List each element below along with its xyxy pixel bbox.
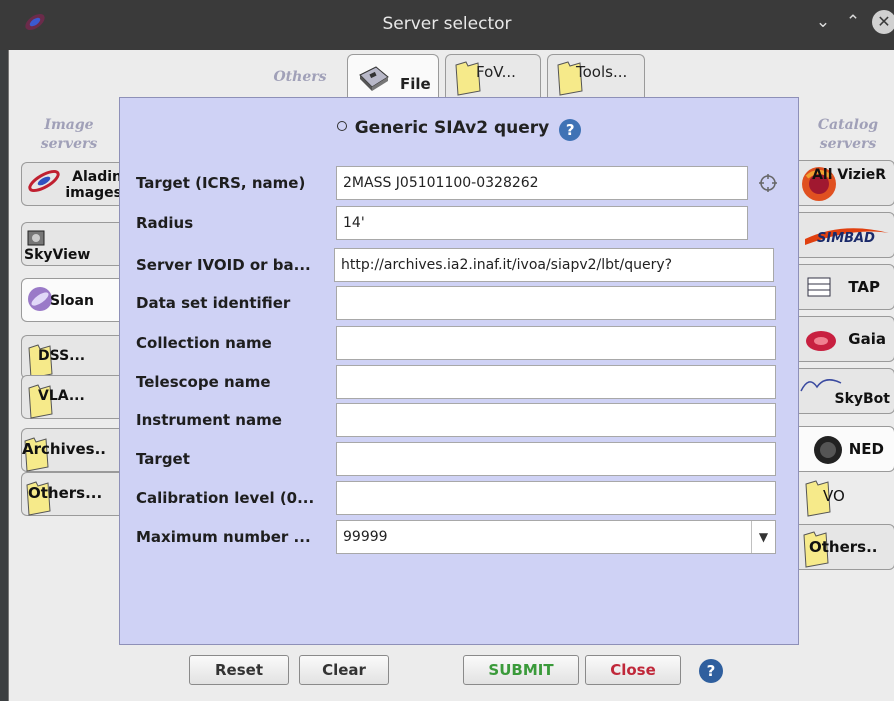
disk-icon [359, 66, 389, 91]
title-bar: Server selector ⌄ ⌃ ✕ [0, 0, 894, 50]
image-servers-label: Image servers [40, 117, 98, 152]
tab-others-left-label: Others... [28, 484, 103, 502]
tab-skyview-label: SkyView [24, 247, 91, 263]
tab-others-left[interactable]: Others... [21, 472, 123, 516]
field-instrument: Instrument name [134, 403, 784, 439]
close-window-icon[interactable]: ✕ [872, 10, 894, 34]
tab-archives-label: Archives.. [22, 440, 106, 458]
target-name-input[interactable] [336, 442, 776, 476]
tab-tools[interactable]: Tools... [547, 54, 645, 100]
tab-tap[interactable]: TAP [799, 264, 894, 310]
tab-gaia[interactable]: Gaia [799, 316, 894, 362]
vizier-label-text: All VizieR [812, 167, 886, 183]
tab-vla[interactable]: VLA... [21, 375, 123, 419]
calibration-level-input[interactable] [336, 481, 776, 515]
field-label: Collection name [136, 334, 272, 352]
minimize-icon[interactable]: ⌄ [812, 12, 834, 32]
tab-skyview[interactable]: SkyView [21, 222, 123, 266]
siav2-radio-row[interactable]: Generic SIAv2 query? [120, 118, 798, 141]
tab-ned[interactable]: NED [799, 426, 894, 472]
tab-skybot-label: SkyBot [834, 391, 890, 407]
reset-button[interactable]: Reset [189, 655, 289, 685]
max-number-select[interactable]: 99999 ▼ [336, 520, 776, 554]
tab-archives[interactable]: Archives.. [21, 428, 123, 472]
tab-file[interactable]: File [347, 54, 439, 100]
others-section-label: Others [273, 69, 327, 85]
field-label: Radius [136, 214, 194, 232]
aladin-icon [28, 169, 60, 193]
field-dataset-id: Data set identifier [134, 286, 784, 322]
tab-tools-label: Tools... [576, 63, 628, 81]
window-title: Server selector [382, 14, 512, 34]
tab-sloan-label: Sloan [50, 293, 94, 309]
field-telescope: Telescope name [134, 365, 784, 401]
tab-skybot[interactable]: SkyBot [799, 368, 894, 414]
tap-icon [807, 277, 831, 297]
tab-ned-label: NED [848, 440, 884, 458]
dropdown-arrow-icon[interactable]: ▼ [751, 521, 775, 553]
field-calibration-level: Calibration level (0... [134, 481, 784, 517]
tab-file-label: File [400, 75, 431, 93]
tab-dss[interactable]: DSS... [21, 335, 123, 379]
tab-tap-label: TAP [848, 278, 880, 296]
siav2-query-label: Generic SIAv2 query [354, 118, 550, 138]
maximize-icon[interactable]: ⌃ [842, 12, 864, 32]
instrument-input[interactable] [336, 403, 776, 437]
close-button[interactable]: Close [585, 655, 681, 685]
max-number-value: 99999 [343, 529, 388, 545]
telescope-input[interactable] [336, 365, 776, 399]
gaia-icon [806, 331, 836, 351]
tab-aladin-label: Aladin images [65, 169, 122, 201]
simbad-logo-text: SIMBAD [817, 231, 875, 246]
submit-button[interactable]: SUBMIT [463, 655, 579, 685]
tab-gaia-label: Gaia [848, 330, 886, 348]
tab-vo[interactable]: VO [799, 474, 894, 520]
tab-aladin-images[interactable]: Aladin images [21, 162, 123, 206]
crosshair-icon[interactable] [758, 173, 778, 193]
help-icon[interactable]: ? [699, 659, 723, 683]
tab-others-right[interactable]: Others.. [799, 524, 894, 570]
help-icon[interactable]: ? [559, 119, 582, 141]
server-selector-window: Others Image servers Catalog servers Fil… [8, 50, 894, 701]
simbad-logo: SIMBAD [805, 228, 889, 246]
clear-button[interactable]: Clear [299, 655, 389, 685]
field-label: Data set identifier [136, 294, 291, 312]
field-label: Server IVOID or ba... [136, 256, 311, 274]
field-target: Target [134, 442, 784, 478]
field-label: Calibration level (0... [136, 489, 315, 507]
field-label: Maximum number ... [136, 528, 311, 546]
field-radius: Radius 14' [134, 206, 784, 242]
tab-vo-label: VO [823, 487, 845, 505]
field-max-number: Maximum number ... 99999 ▼ [134, 520, 784, 556]
field-server-ivoid: Server IVOID or ba... http://archives.ia… [134, 248, 784, 284]
tab-sloan[interactable]: Sloan [21, 278, 123, 322]
collection-input[interactable] [336, 326, 776, 360]
field-label: Telescope name [136, 373, 271, 391]
tab-others-right-label: Others.. [809, 538, 878, 556]
radio-button[interactable] [336, 121, 347, 131]
tab-vizier-label: All VizieR [812, 167, 886, 183]
tab-dss-label: DSS... [38, 348, 86, 364]
tab-simbad[interactable]: SIMBAD [799, 212, 894, 258]
tab-fov-label: FoV... [476, 63, 516, 81]
tab-all-vizier[interactable]: All VizieR [799, 160, 894, 206]
field-label: Instrument name [136, 411, 282, 429]
field-label: Target [136, 450, 190, 468]
server-ivoid-input[interactable]: http://archives.ia2.inaf.it/ivoa/siapv2/… [334, 248, 774, 282]
field-target-icrs: Target (ICRS, name) 2MASS J05101100-0328… [134, 166, 784, 202]
tab-vla-label: VLA... [38, 388, 85, 404]
field-collection: Collection name [134, 326, 784, 362]
dataset-id-input[interactable] [336, 286, 776, 320]
tab-fov[interactable]: FoV... [445, 54, 541, 100]
catalog-servers-label: Catalog servers [817, 117, 879, 152]
query-panel: Generic SIAv2 query? Target (ICRS, name)… [119, 97, 799, 645]
radius-input[interactable]: 14' [336, 206, 748, 240]
ned-icon [814, 436, 842, 464]
target-input[interactable]: 2MASS J05101100-0328262 [336, 166, 748, 200]
field-label: Target (ICRS, name) [136, 174, 306, 192]
